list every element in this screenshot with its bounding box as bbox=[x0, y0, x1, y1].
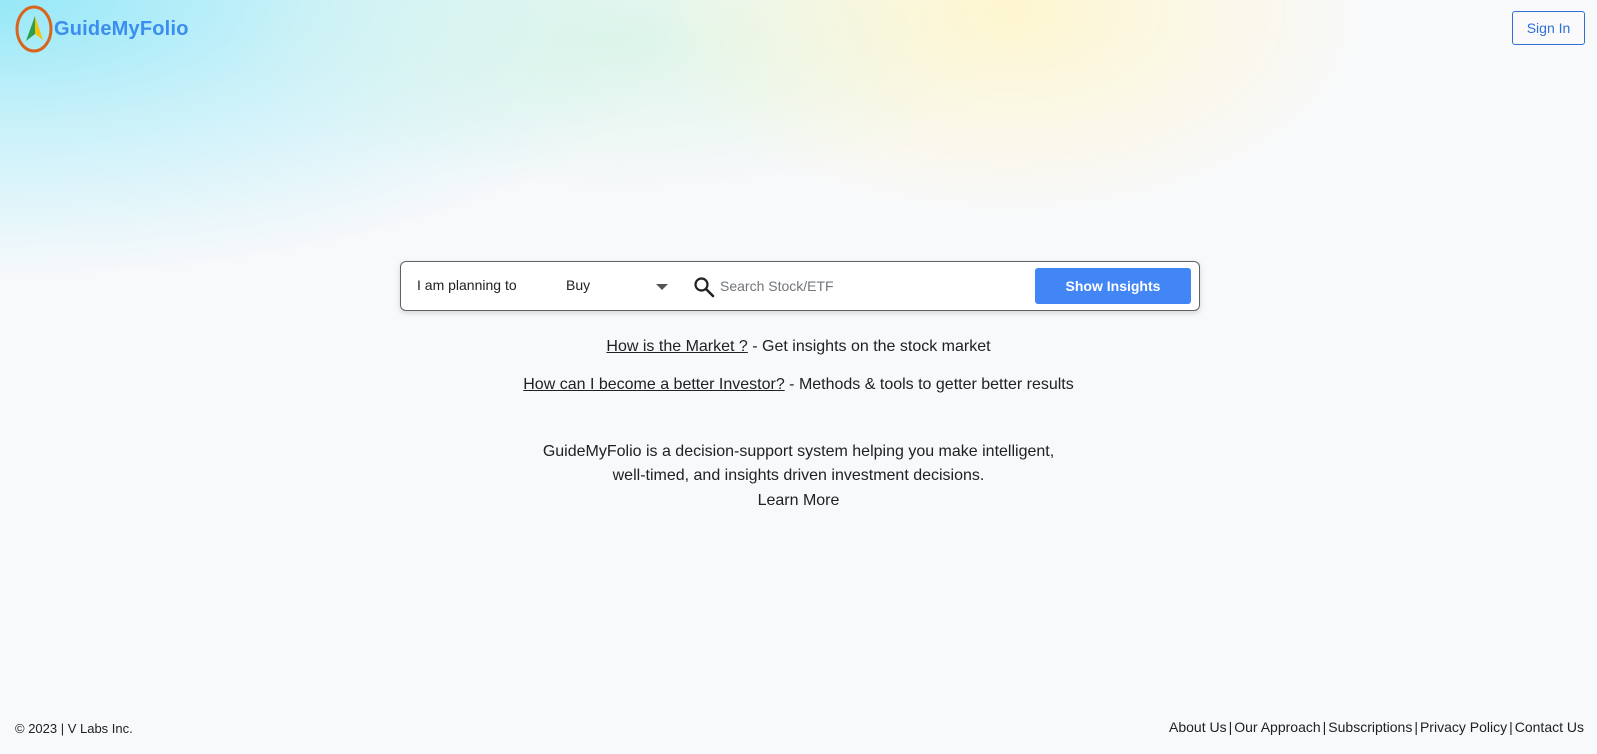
learn-more-link[interactable]: Learn More bbox=[758, 489, 840, 513]
header: GuideMyFolio Sign In bbox=[0, 0, 1597, 60]
sign-in-button[interactable]: Sign In bbox=[1512, 11, 1585, 45]
footer-separator: | bbox=[1414, 719, 1418, 735]
action-dropdown[interactable]: Buy bbox=[561, 270, 676, 302]
logo-icon bbox=[15, 5, 53, 53]
search-icon bbox=[694, 277, 715, 298]
better-investor-link[interactable]: How can I become a better Investor? bbox=[523, 376, 784, 393]
quick-link-market: How is the Market ? - Get insights on th… bbox=[0, 336, 1597, 374]
footer-separator: | bbox=[1228, 719, 1233, 735]
quick-links: How is the Market ? - Get insights on th… bbox=[0, 336, 1597, 412]
footer-links: About Us | Our Approach | Subscriptions | Priv… bbox=[1169, 719, 1584, 735]
quick-link-investor: How can I become a better Investor? - Me… bbox=[0, 374, 1597, 412]
footer-link-our-approach[interactable]: Our Approach bbox=[1234, 719, 1320, 735]
footer-separator: | bbox=[1322, 719, 1327, 735]
market-link-description: - Get insights on the stock market bbox=[747, 338, 991, 355]
footer-separator: | bbox=[1509, 719, 1513, 735]
brand-name: GuideMyFolio bbox=[54, 17, 189, 40]
footer-link-contact-us[interactable]: Contact Us bbox=[1515, 719, 1584, 735]
search-bar: I am planning to Buy Show Insights bbox=[400, 261, 1200, 311]
footer-link-about-us[interactable]: About Us bbox=[1169, 719, 1227, 735]
market-link[interactable]: How is the Market ? bbox=[606, 338, 747, 355]
footer-link-subscriptions[interactable]: Subscriptions bbox=[1328, 719, 1412, 735]
brand-logo[interactable]: GuideMyFolio bbox=[15, 5, 189, 53]
stock-search-input[interactable] bbox=[718, 271, 1020, 301]
copyright: © 2023 | V Labs Inc. bbox=[15, 721, 133, 736]
caret-down-icon bbox=[656, 284, 668, 290]
show-insights-button[interactable]: Show Insights bbox=[1035, 268, 1191, 304]
planning-label: I am planning to bbox=[417, 277, 517, 293]
better-investor-description: - Methods & tools to getter better resul… bbox=[784, 376, 1074, 393]
description-line-1: GuideMyFolio is a decision-support syste… bbox=[542, 443, 1055, 460]
description-line-2: well-timed, and insights driven investme… bbox=[612, 467, 985, 484]
product-description: GuideMyFolio is a decision-support syste… bbox=[0, 440, 1597, 513]
footer-link-privacy-policy[interactable]: Privacy Policy bbox=[1420, 719, 1507, 735]
action-value: Buy bbox=[566, 277, 591, 293]
